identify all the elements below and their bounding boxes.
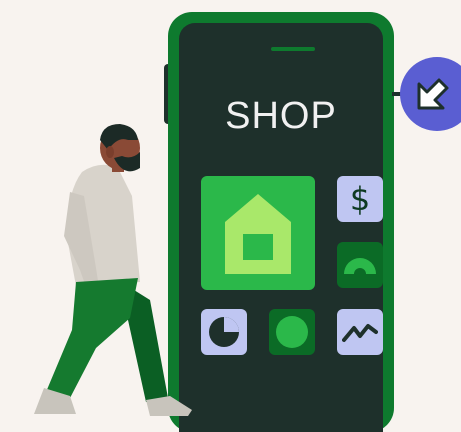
walking-person-illustration (34, 124, 192, 416)
illustration-scene: SHOP $ (0, 0, 461, 432)
